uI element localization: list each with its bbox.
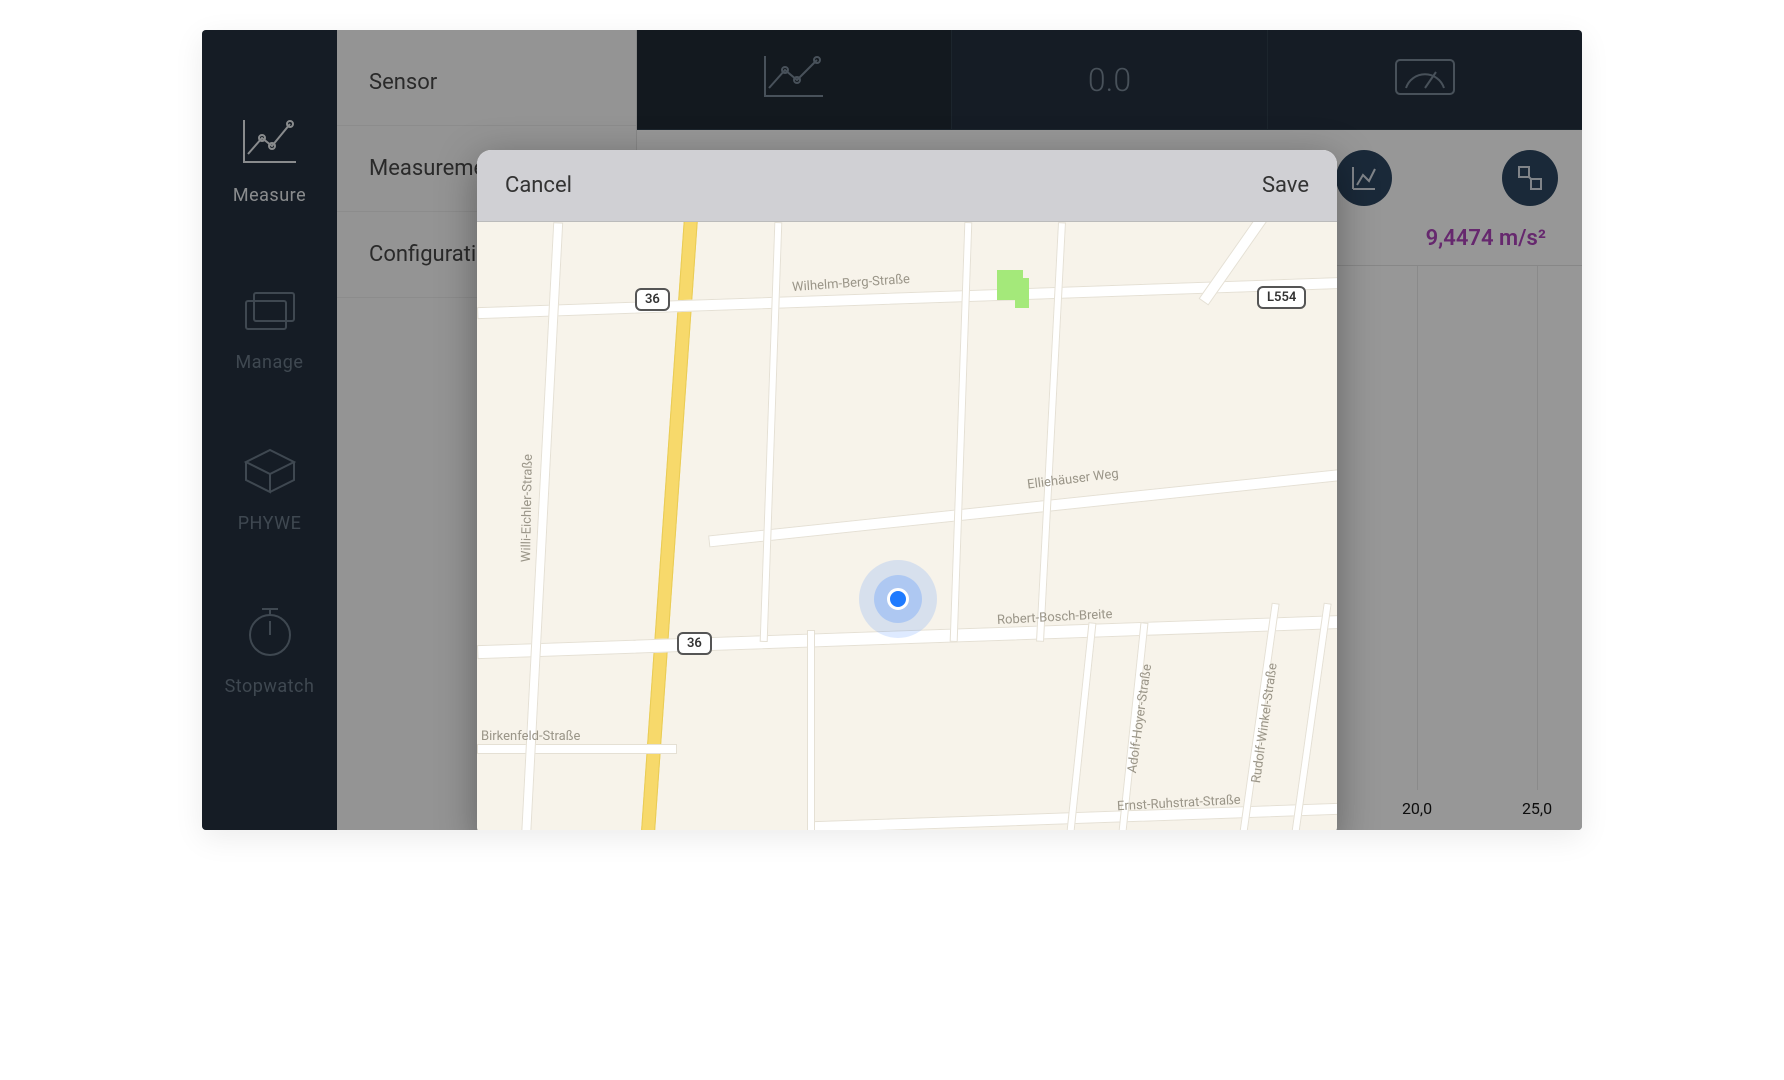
map-road	[760, 222, 783, 642]
save-button[interactable]: Save	[1262, 173, 1309, 198]
current-location-marker	[859, 560, 937, 638]
map-road	[807, 630, 815, 830]
map-view[interactable]: 36 L554 36 Wilhelm-Berg-Straße Elliehäus…	[477, 222, 1337, 830]
map-road	[708, 469, 1337, 548]
map-route-shield: L554	[1257, 286, 1306, 309]
map-road-label: Wilhelm-Berg-Straße	[792, 272, 911, 295]
map-road	[1290, 603, 1331, 830]
map-green-area	[1015, 278, 1029, 308]
app-window: Measure Manage PHYWE	[202, 30, 1582, 830]
modal-header: Cancel Save	[477, 150, 1337, 222]
map-road	[477, 744, 677, 754]
map-road	[950, 222, 973, 642]
map-route-shield: 36	[677, 632, 712, 655]
map-road-label: Willi-Eichler-Straße	[519, 454, 536, 562]
map-road-label: Birkenfeld-Straße	[481, 729, 580, 744]
map-road	[1036, 222, 1066, 642]
map-road-label: Elliehäuser Weg	[1026, 466, 1119, 492]
map-route-shield: 36	[635, 288, 670, 311]
location-picker-modal: Cancel Save	[477, 150, 1337, 830]
cancel-button[interactable]: Cancel	[505, 173, 572, 198]
map-road	[1066, 622, 1097, 830]
